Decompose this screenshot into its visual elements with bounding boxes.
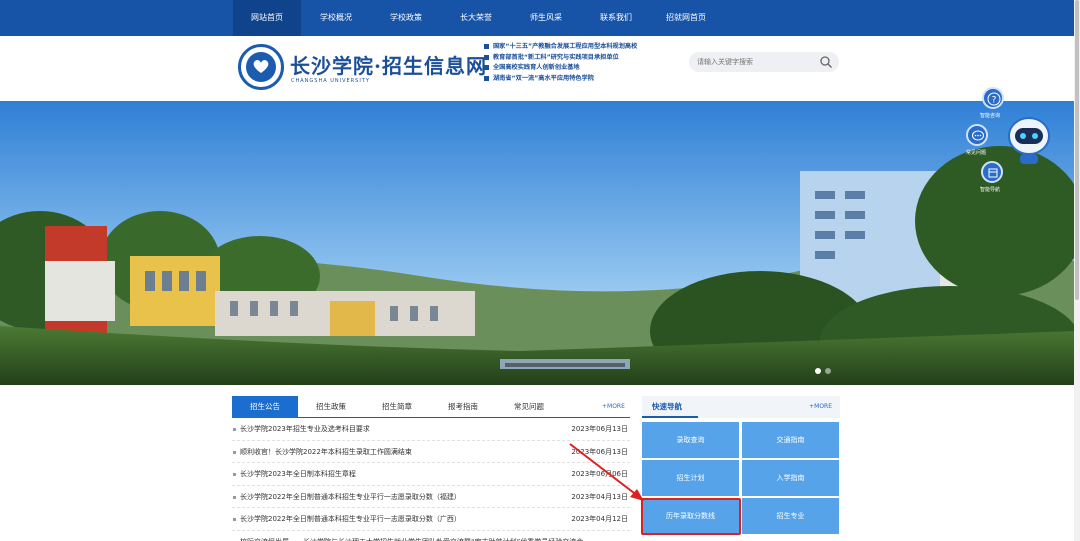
news-title[interactable]: 长沙学院2023年全日制本科招生章程 [233, 463, 356, 486]
notices-more-link[interactable]: +MORE [602, 396, 625, 418]
admission-plan-button[interactable]: 招生计划 [642, 460, 739, 496]
list-item[interactable]: 长沙学院2023年招生专业及选考科目要求 2023年06月13日 [232, 418, 630, 441]
news-title[interactable]: 长沙学院2023年招生专业及选考科目要求 [233, 418, 370, 441]
quick-nav-title-underline [642, 416, 698, 418]
admission-majors-button[interactable]: 招生专业 [742, 498, 839, 534]
chat-bubble-button[interactable] [966, 124, 988, 146]
news-title[interactable]: 长沙学院2022年全日制普通本科招生专业平行一志愿录取分数（广西） [233, 508, 461, 531]
news-date: 2023年04月12日 [571, 515, 628, 523]
chat-bubble-icon [972, 130, 984, 141]
site-title[interactable]: 长沙学院·招生信息网 [290, 50, 487, 79]
banner-dot-2[interactable] [825, 368, 831, 374]
site-header: 长沙学院·招生信息网 CHANGSHA UNIVERSITY 国家“十三五”产教… [0, 36, 1074, 101]
quick-nav-header: 快速导航 +MORE [642, 396, 840, 418]
tab-admission-notice[interactable]: 招生公告 [232, 396, 298, 418]
list-item[interactable]: 长沙学院2022年全日制普通本科招生专业平行一志愿录取分数（广西） 2023年0… [232, 508, 630, 531]
navigation-box-button[interactable] [981, 161, 1003, 183]
search-icon[interactable] [819, 55, 833, 69]
robot-assistant-icon[interactable] [1006, 114, 1052, 166]
help-question-button[interactable]: ? [982, 87, 1004, 109]
red-arrow-annotation [569, 443, 644, 501]
tab-admission-brochure[interactable]: 招生简章 [364, 396, 430, 418]
nav-item-home[interactable]: 网站首页 [233, 0, 301, 36]
banner-pagination [815, 368, 831, 374]
tab-application-guide[interactable]: 报考指南 [430, 396, 496, 418]
highlight-box [641, 498, 741, 535]
news-title[interactable]: 校际交流促发展——长沙学院与长沙理工大学招生就业学生团队赴爱交流暨“宏志助航计划… [232, 531, 583, 541]
enrollment-guide-button[interactable]: 入学指南 [742, 460, 839, 496]
slogan-item: 国家“十三五”产教融合发展工程应用型本科规划高校 [484, 42, 637, 53]
search-box [689, 52, 839, 72]
scrollbar-thumb[interactable] [1075, 0, 1079, 300]
nav-item-employment-home[interactable]: 招就网首页 [651, 0, 721, 36]
admission-query-button[interactable]: 录取查询 [642, 422, 739, 458]
heart-logo-icon [253, 59, 269, 73]
notice-tabs: 招生公告 招生政策 招生简章 报考指南 常见问题 +MORE [232, 396, 630, 418]
site-subtitle: CHANGSHA UNIVERSITY [291, 78, 370, 84]
top-navigation-bar: 网站首页 学校概况 学校政策 长大荣誉 师生风采 联系我们 招就网首页 [0, 0, 1074, 36]
slogan-item: 全国高校实践育人创新创业基地 [484, 63, 637, 74]
search-input[interactable] [697, 55, 817, 69]
top-navigation-items: 网站首页 学校概况 学校政策 长大荣誉 师生风采 联系我们 招就网首页 [233, 0, 721, 36]
tab-admission-policy[interactable]: 招生政策 [298, 396, 364, 418]
list-item[interactable]: 校际交流促发展——长沙学院与长沙理工大学招生就业学生团队赴爱交流暨“宏志助航计划… [232, 531, 630, 541]
campus-banner-image[interactable] [0, 101, 1074, 385]
campus-photo-illustration [0, 101, 1074, 385]
news-title[interactable]: 长沙学院2022年全日制普通本科招生专业平行一志愿录取分数（福建） [233, 486, 461, 509]
news-date: 2023年06月13日 [571, 425, 628, 433]
news-title[interactable]: 顺利收官！长沙学院2022年本科招生录取工作圆满结束 [233, 441, 412, 464]
page: 网站首页 学校概况 学校政策 长大荣誉 师生风采 联系我们 招就网首页 长沙学院… [0, 0, 1080, 541]
float-label-faq: 常见问题 [966, 150, 987, 156]
traffic-guide-button[interactable]: 交通指南 [742, 422, 839, 458]
cube-icon [988, 168, 998, 178]
nav-item-school-overview[interactable]: 学校概况 [301, 0, 371, 36]
slogan-item: 教育部首批“新工科”研究与实践项目承担单位 [484, 53, 637, 64]
nav-item-honors[interactable]: 长大荣誉 [441, 0, 511, 36]
university-emblem-logo[interactable] [238, 44, 284, 90]
quick-nav-title: 快速导航 [652, 402, 682, 411]
nav-item-teachers-students[interactable]: 师生风采 [511, 0, 581, 36]
question-icon: ? [987, 92, 1001, 106]
tab-faq[interactable]: 常见问题 [496, 396, 562, 418]
nav-item-contact[interactable]: 联系我们 [581, 0, 651, 36]
banner-dot-1[interactable] [815, 368, 821, 374]
slogan-item: 湖南省“双一流”高水平应用特色学院 [484, 74, 637, 85]
slogan-list: 国家“十三五”产教融合发展工程应用型本科规划高校 教育部首批“新工科”研究与实践… [484, 42, 637, 84]
float-label-navigation: 智能导航 [980, 187, 1001, 193]
svg-text:?: ? [992, 96, 997, 106]
quick-nav-more-link[interactable]: +MORE [809, 396, 832, 418]
float-label-consult: 智能咨询 [980, 113, 1001, 119]
nav-item-school-policy[interactable]: 学校政策 [371, 0, 441, 36]
page-scrollbar[interactable] [1074, 0, 1080, 541]
